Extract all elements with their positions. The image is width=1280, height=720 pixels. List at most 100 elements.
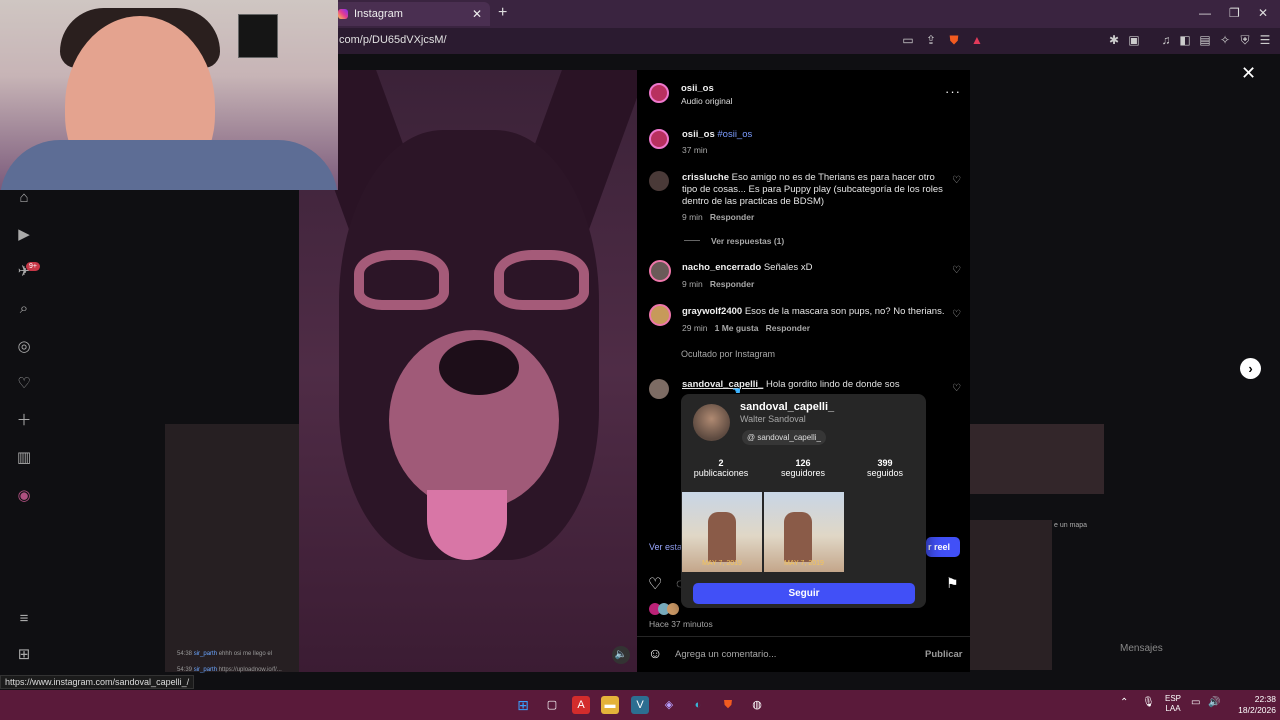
reel-button[interactable]: r reel [926,537,960,557]
profile-post-thumbnail[interactable]: MAY 7, 2019 [682,492,762,572]
post-time: Hace 37 minutos [649,619,713,629]
messages-badge: 9+ [26,262,40,271]
wall-poster [238,14,278,58]
comment-input[interactable]: Agrega un comentario... [675,649,776,660]
reply-link[interactable]: Responder [766,323,810,333]
close-window-icon[interactable]: ✕ [1258,6,1268,20]
avatar[interactable] [649,171,669,191]
caption-time: 37 min [682,145,708,155]
like-icon[interactable]: ♡ [648,574,662,594]
mask-nose [439,340,519,395]
comment: graywolf2400 Esos de la mascara son pups… [682,306,945,317]
dashboard-icon[interactable]: ▥ [14,448,34,468]
tab-title: Instagram [354,8,403,20]
clock[interactable]: 22:38 18/2/2026 [1236,694,1276,716]
emoji-icon[interactable]: ☺ [648,645,662,661]
threads-badge[interactable]: @ sandoval_capelli_ [742,430,826,445]
vpn-icon[interactable]: ⛨ [1238,33,1252,47]
see-translation-link[interactable]: Ver esta [649,542,682,552]
tray-chevron-icon[interactable]: ⌃ [1120,697,1128,708]
avatar[interactable] [649,260,671,282]
avatar[interactable] [649,379,669,399]
avatar[interactable] [693,404,730,441]
like-comment-icon[interactable]: ♡ [952,383,961,394]
messages-bubble[interactable]: Mensajes [1120,643,1163,654]
caption: osii_os #osii_os [682,129,752,140]
new-tab-button[interactable]: + [498,4,507,22]
reels-icon[interactable]: ▶ [14,225,34,245]
menu-icon[interactable]: ☰ [1258,33,1272,47]
avatar[interactable] [649,129,669,149]
more-options-icon[interactable]: ··· [945,84,961,99]
like-comment-icon[interactable]: ♡ [952,309,961,320]
publish-button[interactable]: Publicar [925,649,963,660]
liker-avatars[interactable] [649,603,683,615]
cast-icon[interactable]: ▭ [901,33,915,47]
hidden-comments[interactable]: Ocultado por Instagram [681,349,775,359]
hover-fullname: Walter Sandoval [740,414,806,424]
explorer-icon[interactable]: ▬ [601,696,619,714]
background-video-tile [970,424,1104,494]
brave-rewards-icon[interactable]: ▲ [970,33,984,47]
stat-following[interactable]: 399 seguidos [845,458,925,478]
explore-icon[interactable]: ◎ [14,337,34,357]
url-text[interactable]: com/p/DU65dVXjcsM/ [339,34,447,46]
next-post-button[interactable]: › [1240,358,1261,379]
profile-post-thumbnail[interactable]: MAY 7, 2019 [764,492,844,572]
caption-user[interactable]: osii_os [682,129,715,140]
reply-link[interactable]: Responder [710,212,754,222]
extensions-icon[interactable]: ✱ [1107,33,1121,47]
save-icon[interactable]: ⚑ [946,575,959,592]
person-figure [784,512,812,562]
also-from-meta-icon[interactable]: ⊞ [14,645,34,665]
close-tab-icon[interactable]: ✕ [472,7,482,21]
create-icon[interactable]: ＋ [14,411,34,431]
mic-icon[interactable]: 🎙 [1142,697,1155,708]
task-view-icon[interactable]: ▢ [543,696,561,714]
mask-eye-trim [494,250,589,310]
search-icon[interactable]: ⌕ [14,299,34,319]
like-comment-icon[interactable]: ♡ [952,265,961,276]
obs-icon[interactable]: ◍ [748,696,766,714]
hashtag[interactable]: #osii_os [717,129,752,140]
maximize-icon[interactable]: ❐ [1229,6,1240,20]
mute-icon[interactable]: 🔈 [612,646,630,664]
avatar[interactable] [649,304,671,326]
leo-icon[interactable]: ✧ [1218,33,1232,47]
audio-label[interactable]: Audio original [681,96,733,106]
brave-icon[interactable]: ⛊ [719,696,737,714]
like-comment-icon[interactable]: ♡ [952,175,961,186]
avatar[interactable] [649,83,669,103]
person-shirt [0,140,338,190]
acrobat-icon[interactable]: A [572,696,590,714]
wallet-icon[interactable]: ▤ [1198,33,1212,47]
home-icon[interactable]: ⌂ [14,188,34,208]
reel-video[interactable] [299,70,637,672]
post-author[interactable]: osii_os [681,83,714,94]
share-icon[interactable]: ⇪ [924,33,938,47]
background-video-tile [165,424,299,672]
tab-instagram[interactable]: Instagram ✕ [330,2,490,26]
music-icon[interactable]: ♫ [1159,33,1173,47]
profile-icon[interactable]: ◉ [14,486,34,506]
network-icon[interactable]: ▭ [1191,697,1200,708]
view-replies[interactable]: Ver respuestas (1) [711,236,784,246]
follow-button[interactable]: Seguir [693,583,915,604]
screenshot-icon[interactable]: ▣ [1127,33,1141,47]
stat-followers[interactable]: 126 seguidores [763,458,843,478]
minimize-icon[interactable]: — [1199,6,1211,20]
hover-username[interactable]: sandoval_capelli_ [740,401,834,413]
brave-shield-icon[interactable]: ⛊ [947,33,961,47]
notifications-icon[interactable]: ♡ [14,374,34,394]
more-icon[interactable]: ≡ [14,609,34,629]
visual-studio-icon[interactable]: ◈ [660,696,678,714]
sidebar-icon[interactable]: ◧ [1178,33,1192,47]
reply-link[interactable]: Responder [710,279,754,289]
vegas-icon[interactable]: V [631,696,649,714]
start-icon[interactable]: ⊞ [514,696,532,714]
close-icon[interactable]: ✕ [1241,63,1256,84]
edge-icon[interactable]: ◐ [689,696,707,714]
language-indicator[interactable]: ESP LAA [1163,694,1183,714]
volume-icon[interactable]: 🔊 [1208,697,1220,708]
mouse-cursor-icon: ☚ [732,386,741,397]
